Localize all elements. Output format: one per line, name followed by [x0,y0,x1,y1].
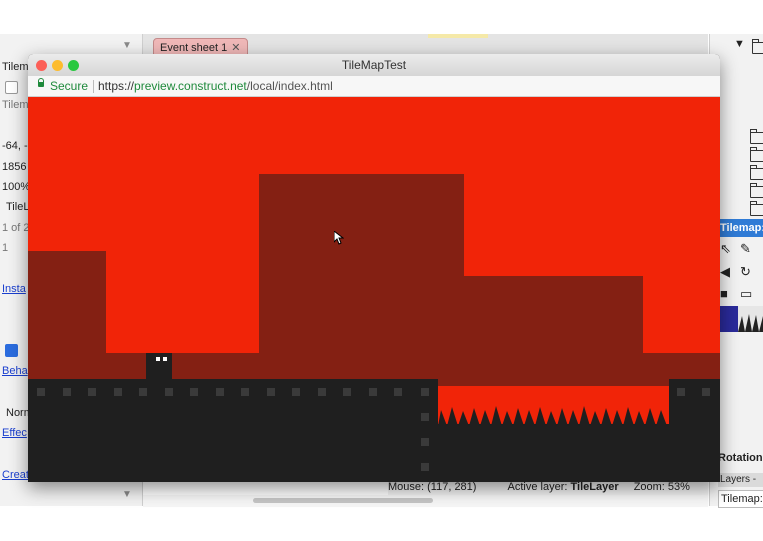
open-folder-icon[interactable]: ▭ [740,286,752,302]
player-character [146,353,172,379]
url-host: preview.construct.net [134,79,247,93]
spike-tile-swatch[interactable] [738,306,763,332]
address-separator [93,80,94,93]
highlight-strip [428,34,488,38]
mouse-position: Mouse: (117, 281) [388,481,477,493]
close-icon[interactable]: ✕ [231,42,240,54]
scrollbar-thumb[interactable] [253,498,433,503]
prop-checkbox[interactable] [5,81,18,94]
address-bar[interactable]: Secure https://preview.construct.net/loc… [28,76,720,97]
save-icon[interactable]: ■ [720,286,728,301]
zoom-level: Zoom: 53% [633,481,690,493]
window-titlebar[interactable]: TileMapTest [28,54,720,76]
player-eye [163,357,167,361]
rotate-icon[interactable]: ↻ [740,264,751,280]
behaviors-checkbox[interactable] [5,344,18,357]
folder-icon[interactable] [752,39,763,54]
background-wall [28,251,106,386]
tab-label: Event sheet 1 [160,42,228,54]
player-eye [156,357,160,361]
folder-icon[interactable] [750,165,763,180]
tab-layers[interactable]: Layers - [718,473,763,487]
game-canvas[interactable] [28,97,720,482]
rotation-label: Rotation [718,452,763,464]
secure-label: Secure [50,79,89,93]
url-path: /local/index.html [246,79,333,93]
tab-tilemap[interactable]: Tilemap: [718,490,763,508]
folder-icon[interactable] [750,129,763,144]
scroll-up-icon[interactable]: ▼ [122,40,132,51]
folder-icon[interactable] [750,201,763,216]
background-wall [464,276,643,386]
url-text[interactable]: https://preview.construct.net/local/inde… [98,79,333,93]
url-scheme: https:// [98,79,135,93]
window-title: TileMapTest [341,58,407,72]
folder-icon[interactable] [750,183,763,198]
tile-studs [37,388,710,471]
cursor-icon [334,231,344,245]
horizontal-scrollbar[interactable] [143,495,708,507]
lock-icon [38,78,44,87]
scroll-down-icon[interactable]: ▼ [122,489,132,500]
preview-browser-window: TileMapTest Secure https://preview.const… [28,54,720,482]
eraser-tool-icon[interactable]: ◀ [720,264,730,280]
background-wall [259,174,464,386]
folder-icon[interactable] [750,147,763,162]
active-layer-value: TileLayer [570,481,619,493]
pencil-tool-icon[interactable]: ✎ [740,241,751,257]
active-layer-label: Active layer: [507,481,568,493]
tilemap-bar-title: Tilemap: T [720,219,763,237]
pointer-tool-icon[interactable]: ⇖ [720,241,731,257]
spike-row [438,406,669,426]
expand-arrow-icon[interactable]: ▼ [734,38,745,50]
